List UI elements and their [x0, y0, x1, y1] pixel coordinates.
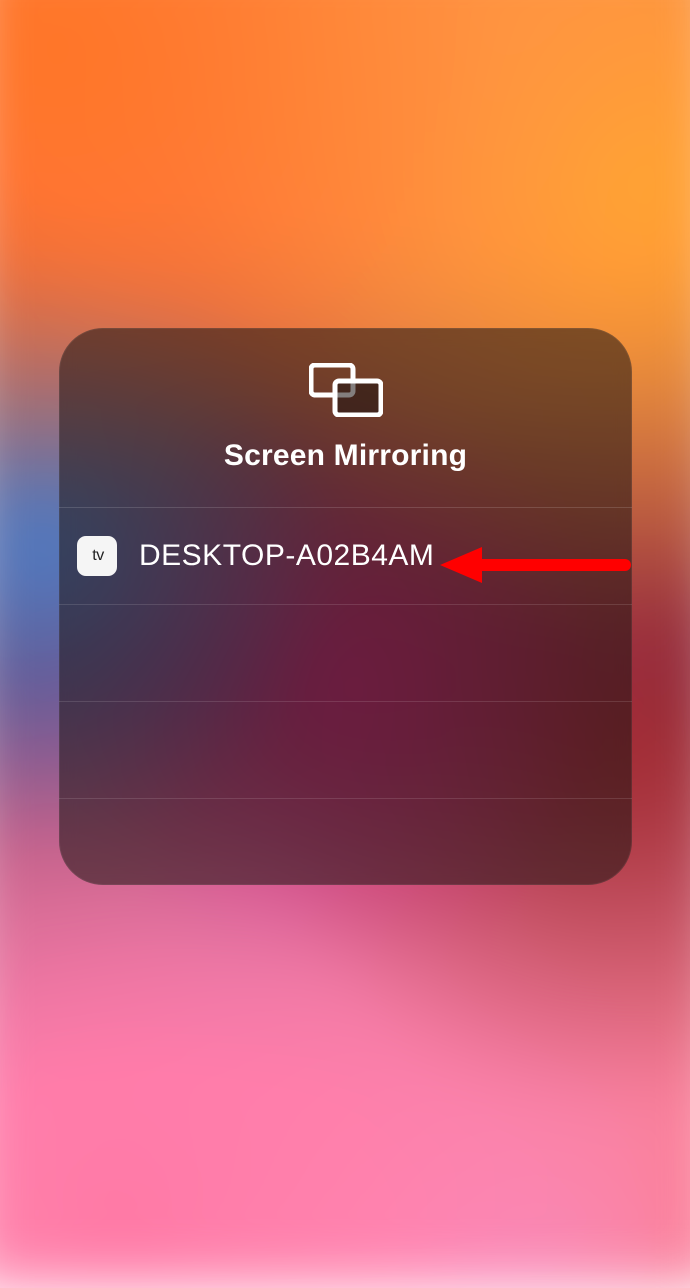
appletv-icon: tv — [77, 536, 117, 576]
device-row-empty — [59, 799, 632, 885]
screen-mirroring-icon — [309, 363, 383, 417]
panel-header: Screen Mirroring — [59, 328, 632, 508]
screen-mirroring-panel: Screen Mirroring tv DESKTOP-A02B4AM — [59, 328, 632, 885]
panel-title: Screen Mirroring — [224, 439, 467, 473]
device-name-label: DESKTOP-A02B4AM — [139, 539, 434, 573]
device-row-empty — [59, 605, 632, 702]
device-row-empty — [59, 702, 632, 799]
device-row-desktop[interactable]: tv DESKTOP-A02B4AM — [59, 508, 632, 605]
